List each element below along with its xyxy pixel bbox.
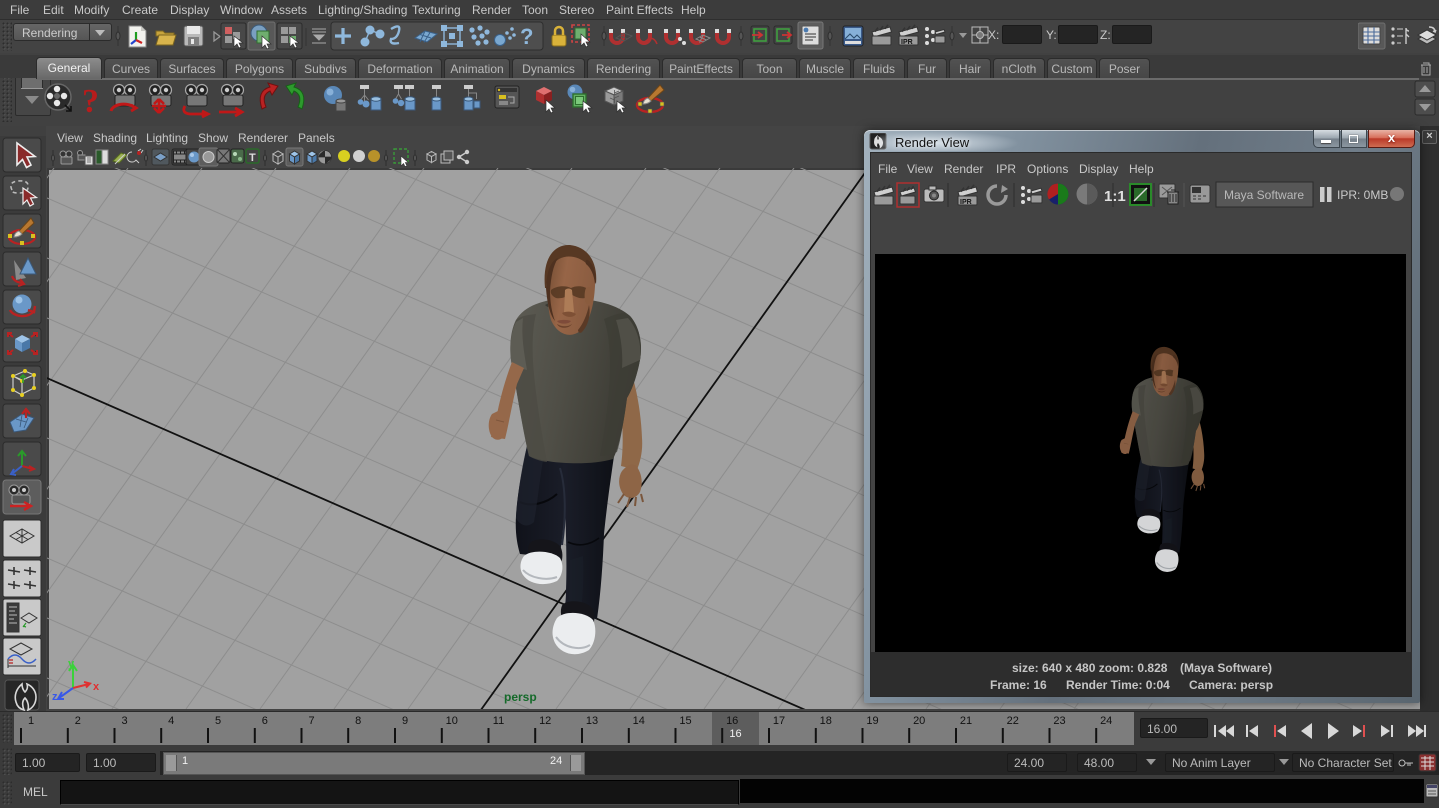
svg-text:z: z (52, 691, 58, 703)
svg-text:Maya Software: Maya Software (1224, 188, 1304, 202)
svg-text:T: T (249, 152, 256, 164)
svg-text:18: 18 (820, 715, 832, 727)
svg-text:16: 16 (726, 715, 738, 727)
svg-text:7: 7 (308, 715, 314, 727)
svg-text:15: 15 (679, 715, 691, 727)
svg-text:2: 2 (75, 715, 81, 727)
svg-text:5: 5 (215, 715, 221, 727)
svg-text:20: 20 (913, 715, 925, 727)
svg-text:19: 19 (866, 715, 878, 727)
svg-text:21: 21 (960, 715, 972, 727)
svg-text:23: 23 (1053, 715, 1065, 727)
svg-text:22: 22 (1007, 715, 1019, 727)
svg-text:12: 12 (539, 715, 551, 727)
svg-text:?: ? (82, 83, 99, 119)
svg-text:3: 3 (121, 715, 127, 727)
svg-text:?: ? (520, 24, 533, 49)
svg-text:IPR: IPR (901, 39, 913, 46)
svg-text:14: 14 (633, 715, 645, 727)
svg-text:y: y (68, 658, 75, 670)
svg-text:1: 1 (28, 715, 34, 727)
svg-text:persp: persp (504, 690, 537, 704)
svg-text:x: x (93, 681, 100, 693)
svg-text:17: 17 (773, 715, 785, 727)
svg-text:4: 4 (168, 715, 174, 727)
svg-text:IPR: IPR (960, 199, 972, 206)
svg-text:11: 11 (493, 715, 504, 727)
svg-text:13: 13 (586, 715, 598, 727)
svg-text:24: 24 (1100, 715, 1112, 727)
svg-text:IPR: 0MB: IPR: 0MB (1337, 188, 1388, 202)
svg-text:6: 6 (262, 715, 268, 727)
svg-text:1:1: 1:1 (1104, 188, 1126, 205)
svg-text:9: 9 (402, 715, 408, 727)
svg-text:10: 10 (446, 715, 458, 727)
svg-text:8: 8 (355, 715, 361, 727)
